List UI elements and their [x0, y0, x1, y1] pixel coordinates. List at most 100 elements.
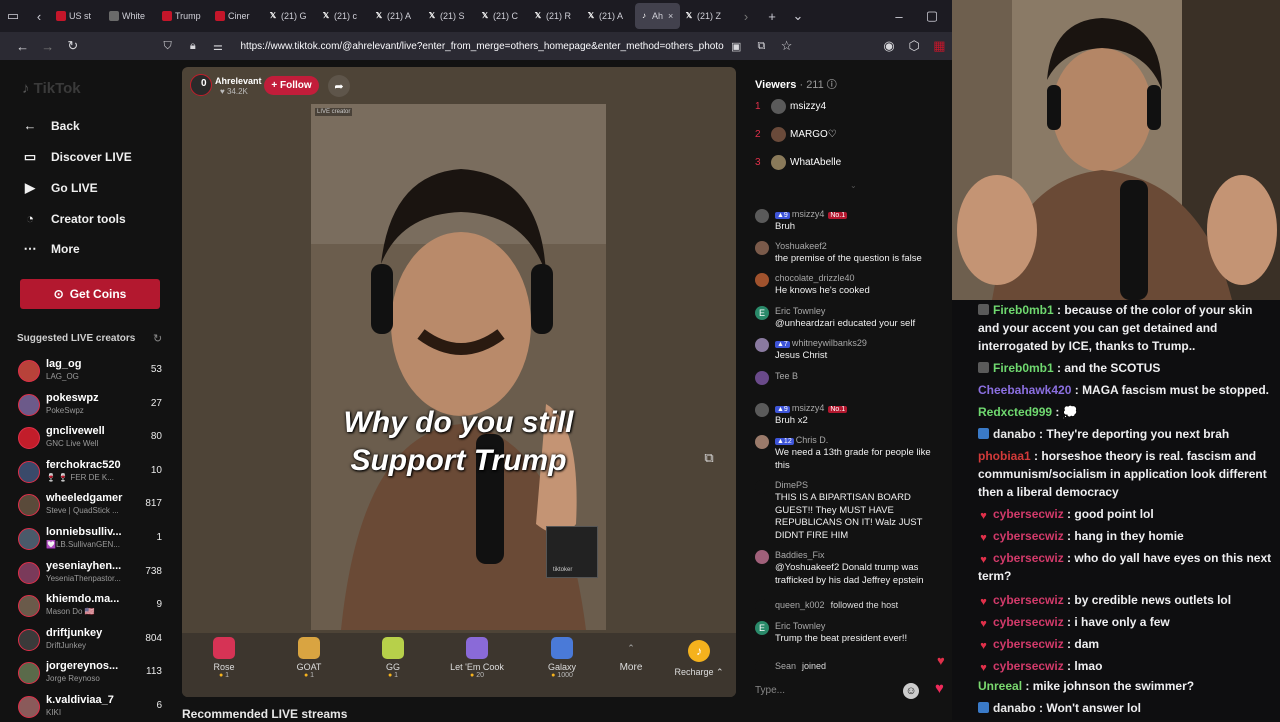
twitch-username[interactable]: cybersecwiz	[993, 637, 1064, 651]
browser-tab[interactable]: Ciner	[211, 3, 264, 29]
twitch-username[interactable]: cybersecwiz	[993, 593, 1064, 607]
avatar[interactable]	[755, 403, 769, 417]
sidebar-item-discover-live[interactable]: ▭ Discover LIVE	[22, 149, 132, 165]
maximize-icon[interactable]: ▢	[912, 0, 952, 32]
suggested-creator[interactable]: driftjunkey DriftJunkey 804	[18, 625, 166, 655]
avatar[interactable]	[755, 660, 769, 674]
sidebar-item-back[interactable]: ← Back	[22, 118, 80, 133]
follow-button[interactable]: + Follow	[264, 76, 319, 95]
twitch-username[interactable]: cybersecwiz	[993, 507, 1064, 521]
chat-username[interactable]: Sean joined	[775, 661, 826, 671]
gift-rose[interactable]: Rose ● 1	[196, 637, 252, 679]
reload-icon[interactable]: ↻	[60, 38, 85, 54]
gift-goat[interactable]: GOAT ● 1	[281, 637, 337, 679]
extension-badge-icon[interactable]: ▦	[927, 38, 952, 54]
twitch-username[interactable]: danabo	[993, 427, 1036, 441]
extensions-icon[interactable]: ⬡	[902, 38, 927, 54]
avatar[interactable]	[755, 209, 769, 223]
tab-scroll-left-icon[interactable]: ‹	[26, 0, 52, 32]
gift-galaxy[interactable]: Galaxy ● 1000	[534, 637, 590, 679]
suggested-creator[interactable]: jorgereynos... Jorge Reynoso 113	[18, 658, 166, 688]
avatar[interactable]	[755, 480, 769, 494]
avatar[interactable]	[755, 338, 769, 352]
screenshot-icon[interactable]: ⧉	[749, 40, 774, 53]
browser-tab[interactable]: 𝕏 (21) S	[423, 3, 476, 29]
browser-tab[interactable]: 𝕏 (21) A	[582, 3, 635, 29]
avatar[interactable]: E	[755, 621, 769, 635]
browser-tab[interactable]: US st	[52, 3, 105, 29]
avatar[interactable]	[755, 371, 769, 385]
chat-username[interactable]: ▲9 msizzy4 No.1	[775, 209, 849, 219]
chat-username[interactable]: Tee B	[775, 371, 798, 381]
bookmark-star-icon[interactable]: ☆	[774, 38, 799, 54]
chat-username[interactable]: DimePS	[775, 480, 808, 490]
sidebar-item-more[interactable]: ⋯ More	[22, 241, 80, 257]
twitch-username[interactable]: cybersecwiz	[993, 551, 1064, 565]
chat-username[interactable]: ▲9 msizzy4 No.1	[775, 403, 849, 413]
browser-tab[interactable]: ♪ Ah ×	[635, 3, 680, 29]
avatar[interactable]	[755, 550, 769, 564]
chat-username[interactable]: Baddies_Fix	[775, 550, 825, 560]
tiktok-logo[interactable]: ♪ TikTok	[22, 80, 81, 97]
suggested-creator[interactable]: khiemdo.ma... Mason Do 🇺🇸 9	[18, 591, 166, 621]
refresh-icon[interactable]: ↻	[153, 332, 162, 345]
avatar[interactable]	[755, 241, 769, 255]
browser-tab[interactable]: 𝕏 (21) Z	[680, 3, 733, 29]
tab-scroll-right-icon[interactable]: ›	[733, 0, 759, 32]
gift-gg[interactable]: GG ● 1	[365, 637, 421, 679]
picture-in-picture-icon[interactable]: ⧉	[699, 450, 719, 468]
sidebar-item-go-live[interactable]: ▶ Go LIVE	[22, 180, 98, 196]
host-name[interactable]: Ahrelevant	[215, 76, 262, 86]
top-viewer[interactable]: 2 MARGO♡	[755, 127, 945, 143]
browser-tab[interactable]: 𝕏 (21) G	[264, 3, 317, 29]
avatar[interactable]	[755, 435, 769, 449]
url-bar[interactable]: https://www.tiktok.com/@ahrelevant/live?…	[240, 41, 723, 52]
recharge-button[interactable]: ♪ Recharge ⌃	[668, 640, 730, 678]
twitch-username[interactable]: Cheebahawk420	[978, 383, 1071, 397]
twitch-username[interactable]: danabo	[993, 701, 1036, 715]
shield-icon[interactable]: ⛉	[155, 40, 180, 53]
info-icon[interactable]: ⓘ	[827, 80, 837, 91]
twitch-username[interactable]: Unreeal	[978, 679, 1022, 693]
forward-icon[interactable]: →	[35, 39, 60, 54]
browser-tab[interactable]: 𝕏 (21) R	[529, 3, 582, 29]
like-heart-icon[interactable]: ♥	[935, 680, 944, 697]
chat-username[interactable]: Eric Townley	[775, 306, 825, 316]
live-video[interactable]: LIVE creator Why do you still Support Tr…	[311, 104, 606, 630]
chat-input[interactable]: Type...	[755, 681, 900, 701]
gift-let-em-cook[interactable]: Let 'Em Cook ● 20	[449, 637, 505, 679]
suggested-creator[interactable]: ferchokrac520 🍷 🍷 FER DE K... 10	[18, 457, 166, 487]
emoji-icon[interactable]: ☺	[903, 683, 919, 699]
top-viewer[interactable]: 1 msizzy4	[755, 99, 945, 115]
chat-username[interactable]: ▲12 Chris D.	[775, 435, 828, 445]
gift-more-button[interactable]: ⌃ More	[603, 643, 659, 673]
chat-username[interactable]: queen_k002 followed the host	[775, 600, 898, 610]
suggested-creator[interactable]: lonniebsulliv... 💟LB.SullivanGEN... 1	[18, 524, 166, 554]
get-coins-button[interactable]: ⊙ Get Coins	[20, 279, 160, 309]
chat-username[interactable]: Yoshuakeef2	[775, 241, 827, 251]
avatar[interactable]	[755, 599, 769, 613]
chat-username[interactable]: Eric Townley	[775, 621, 825, 631]
sidebar-item-creator-tools[interactable]: ◔ Creator tools	[22, 211, 126, 226]
suggested-creator[interactable]: k.valdiviaa_7 KIKI 6	[18, 692, 166, 722]
browser-tab[interactable]: 𝕏 (21) A	[370, 3, 423, 29]
twitch-username[interactable]: cybersecwiz	[993, 659, 1064, 673]
chat-username[interactable]: chocolate_drizzle40	[775, 273, 855, 283]
new-tab-icon[interactable]: +	[759, 0, 785, 32]
suggested-creator[interactable]: yeseniayhen... YeseniaThenpastor... 738	[18, 558, 166, 588]
browser-tab[interactable]: Trump	[158, 3, 211, 29]
tab-list-icon[interactable]: ⌄	[785, 0, 811, 32]
reader-view-icon[interactable]: ▣	[724, 40, 749, 53]
share-icon[interactable]: ➦	[328, 75, 350, 97]
browser-tab[interactable]: 𝕏 (21) C	[476, 3, 529, 29]
twitch-username[interactable]: cybersecwiz	[993, 615, 1064, 629]
avatar[interactable]: E	[755, 306, 769, 320]
twitch-username[interactable]: Fireb0mb1	[993, 303, 1054, 317]
account-icon[interactable]: ◉	[876, 38, 901, 54]
suggested-creator[interactable]: lag_og LAG_OG 53	[18, 356, 166, 386]
tab-manager-icon[interactable]: ▭	[0, 0, 26, 32]
avatar[interactable]	[755, 273, 769, 287]
twitch-username[interactable]: cybersecwiz	[993, 529, 1064, 543]
browser-tab[interactable]: 𝕏 (21) c	[317, 3, 370, 29]
twitch-username[interactable]: Redxcted999	[978, 405, 1052, 419]
